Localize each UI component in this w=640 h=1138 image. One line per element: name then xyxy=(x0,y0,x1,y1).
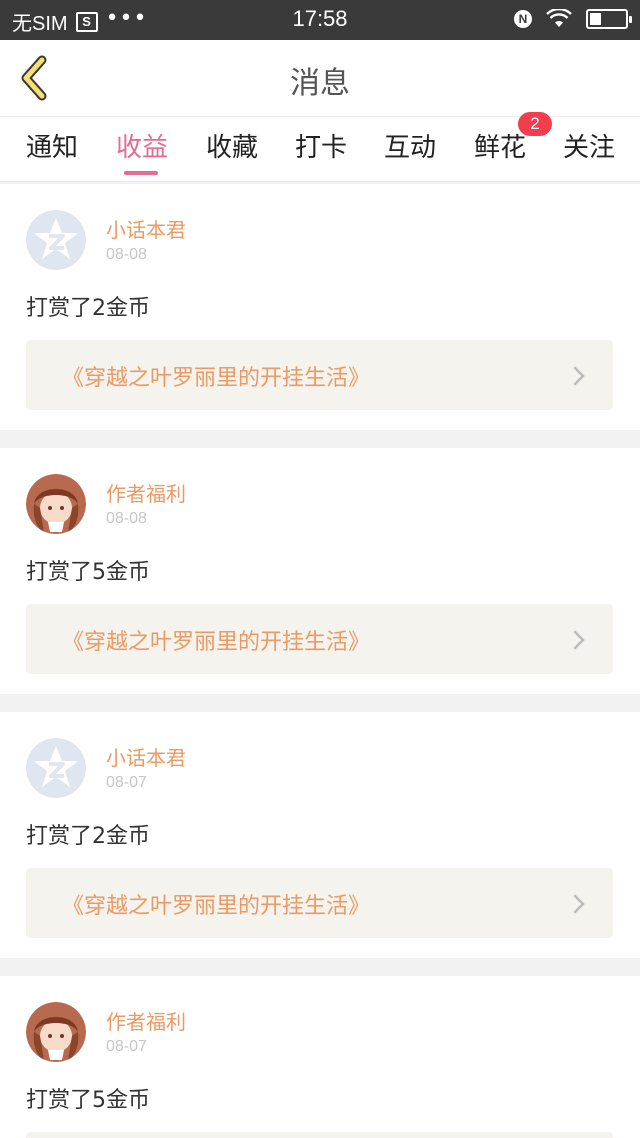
book-link[interactable]: 《穿越之叶罗丽里的开挂生活》 xyxy=(26,604,613,674)
tab-earnings[interactable]: 收益 xyxy=(116,127,168,164)
message-date: 08-08 xyxy=(106,510,147,527)
message-text: 打赏了5金币 xyxy=(26,1088,150,1113)
tab-notifications[interactable]: 通知 xyxy=(26,127,78,164)
qq-logo-avatar[interactable] xyxy=(26,210,86,270)
star-icon xyxy=(26,210,86,270)
sender-name[interactable]: 作者福利 xyxy=(106,1006,186,1035)
sender-name[interactable]: 小话本君 xyxy=(106,214,186,243)
flowers-badge: 2 xyxy=(518,112,552,136)
book-link[interactable]: 《穿越之叶罗丽里的开挂生活》 xyxy=(26,340,613,410)
nav-bar: 消息 xyxy=(0,40,640,116)
chevron-right-icon xyxy=(573,894,585,914)
message-date: 08-08 xyxy=(106,246,147,263)
status-bar: 无SIM S ••• 17:58 N xyxy=(0,0,640,40)
sender-name[interactable]: 作者福利 xyxy=(106,478,186,507)
message-date: 08-07 xyxy=(106,774,147,791)
tab-favorites[interactable]: 收藏 xyxy=(206,127,258,164)
message-text: 打赏了2金币 xyxy=(26,296,150,321)
message-date: 08-07 xyxy=(106,1038,147,1055)
tab-interaction[interactable]: 互动 xyxy=(384,127,436,164)
message-card: 作者福利 08-07 打赏了5金币 xyxy=(0,976,640,1138)
avatar-image xyxy=(26,1002,86,1062)
message-card: 作者福利 08-08 打赏了5金币 《穿越之叶罗丽里的开挂生活》 xyxy=(0,448,640,694)
message-text: 打赏了2金币 xyxy=(26,824,150,849)
book-title: 《穿越之叶罗丽里的开挂生活》 xyxy=(62,894,371,919)
page-title: 消息 xyxy=(290,66,350,101)
message-card: 小话本君 08-08 打赏了2金币 《穿越之叶罗丽里的开挂生活》 xyxy=(0,184,640,430)
tab-checkin[interactable]: 打卡 xyxy=(295,127,347,164)
message-feed: 小话本君 08-08 打赏了2金币 《穿越之叶罗丽里的开挂生活》 作者福利 08… xyxy=(0,184,640,1138)
sender-name[interactable]: 小话本君 xyxy=(106,742,186,771)
book-link[interactable]: 《穿越之叶罗丽里的开挂生活》 xyxy=(26,868,613,938)
tab-follow[interactable]: 关注 xyxy=(563,127,615,164)
anime-girl-avatar[interactable] xyxy=(26,1002,86,1062)
message-card: 小话本君 08-07 打赏了2金币 《穿越之叶罗丽里的开挂生活》 xyxy=(0,712,640,958)
battery-level xyxy=(590,13,602,25)
book-title: 《穿越之叶罗丽里的开挂生活》 xyxy=(62,630,371,655)
active-tab-indicator xyxy=(124,171,158,175)
message-text: 打赏了5金币 xyxy=(26,560,150,585)
chevron-right-icon xyxy=(573,366,585,386)
tab-flowers[interactable]: 鲜花 xyxy=(474,127,526,164)
star-icon xyxy=(26,738,86,798)
anime-girl-avatar[interactable] xyxy=(26,474,86,534)
chevron-right-icon xyxy=(573,630,585,650)
avatar-image xyxy=(26,474,86,534)
status-right: N xyxy=(514,9,632,29)
book-link[interactable] xyxy=(26,1132,613,1138)
nfc-icon: N xyxy=(514,10,532,28)
battery-icon xyxy=(586,9,632,29)
qq-logo-avatar[interactable] xyxy=(26,738,86,798)
book-title: 《穿越之叶罗丽里的开挂生活》 xyxy=(62,366,371,391)
wifi-icon xyxy=(546,9,572,27)
